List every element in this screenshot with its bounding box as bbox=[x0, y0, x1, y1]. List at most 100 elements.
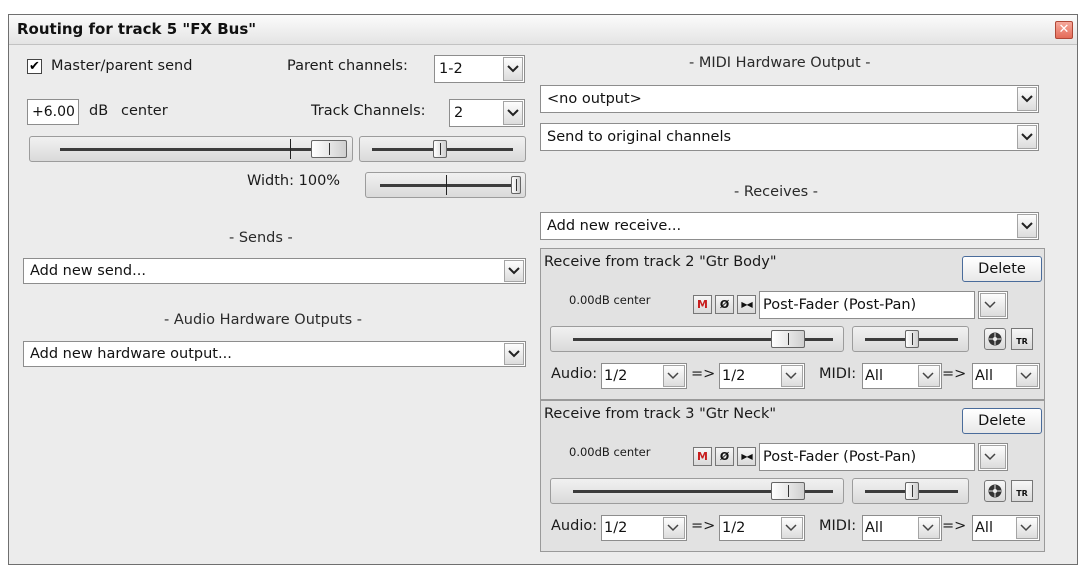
mute-button[interactable]: M bbox=[693, 295, 712, 314]
pan-label: center bbox=[121, 103, 168, 119]
mono-button[interactable]: ▶◀ bbox=[737, 447, 756, 466]
pan-slider[interactable] bbox=[359, 136, 526, 162]
receive-mode-dropdown[interactable] bbox=[978, 443, 1008, 471]
receive-mode-select[interactable]: Post-Fader (Post-Pan) bbox=[759, 443, 975, 471]
parent-channels-value: 1-2 bbox=[439, 61, 463, 77]
pan-slider-knob[interactable] bbox=[433, 140, 447, 158]
receive-volume-knob[interactable] bbox=[771, 330, 805, 348]
close-icon[interactable]: ✕ bbox=[1055, 21, 1073, 39]
midi-src-value: All bbox=[865, 368, 883, 384]
midi-channels-text: Send to original channels bbox=[547, 129, 732, 145]
chevron-down-icon bbox=[1017, 214, 1037, 238]
receive-mode-select[interactable]: Post-Fader (Post-Pan) bbox=[759, 291, 975, 319]
receive-volume-slider[interactable] bbox=[550, 326, 844, 352]
receive-level-label: 0.00dB center bbox=[569, 293, 651, 307]
receive-pan-slider[interactable] bbox=[852, 478, 969, 504]
chevron-down-icon bbox=[781, 365, 803, 387]
track-channels-label: Track Channels: bbox=[311, 103, 426, 119]
chevron-down-icon bbox=[918, 517, 940, 539]
parent-channels-select[interactable]: 1-2 bbox=[434, 55, 525, 83]
mute-button[interactable]: M bbox=[693, 447, 712, 466]
midi-output-text: <no output> bbox=[547, 91, 642, 107]
mono-button[interactable]: ▶◀ bbox=[737, 295, 756, 314]
receive-pan-knob[interactable] bbox=[905, 330, 919, 348]
chevron-down-icon bbox=[504, 260, 524, 282]
volume-slider-knob[interactable] bbox=[311, 140, 347, 158]
receive-mode-text: Post-Fader (Post-Pan) bbox=[763, 297, 917, 313]
chevron-down-icon bbox=[663, 517, 685, 539]
midi-arrow: => bbox=[942, 366, 967, 382]
midi-dst-select[interactable]: All bbox=[972, 515, 1040, 541]
envelope-icon[interactable] bbox=[984, 480, 1006, 502]
midi-dst-value: All bbox=[975, 520, 993, 536]
receive-title: Receive from track 2 "Gtr Body" bbox=[544, 254, 777, 270]
delete-button[interactable]: Delete bbox=[962, 408, 1042, 434]
receive-pan-knob[interactable] bbox=[905, 482, 919, 500]
receive-mode-dropdown[interactable] bbox=[978, 291, 1008, 319]
midi-output-select[interactable]: <no output> bbox=[540, 85, 1039, 113]
chevron-down-icon bbox=[1016, 517, 1038, 539]
midi-src-value: All bbox=[865, 520, 883, 536]
add-hw-output-text: Add new hardware output... bbox=[30, 346, 232, 362]
track-routing-button[interactable]: TR bbox=[1011, 480, 1033, 502]
chevron-down-icon bbox=[504, 343, 524, 365]
audio-dst-select[interactable]: 1/2 bbox=[719, 515, 805, 541]
midi-channels-select[interactable]: Send to original channels bbox=[540, 123, 1039, 151]
add-receive-text: Add new receive... bbox=[547, 218, 682, 234]
audio-src-value: 1/2 bbox=[604, 368, 628, 384]
phase-invert-button[interactable]: Ø bbox=[715, 447, 734, 466]
phase-invert-button[interactable]: Ø bbox=[715, 295, 734, 314]
add-send-text: Add new send... bbox=[30, 263, 146, 279]
audio-src-value: 1/2 bbox=[604, 520, 628, 536]
midi-hw-output-header: - MIDI Hardware Output - bbox=[689, 55, 871, 71]
receive-volume-slider[interactable] bbox=[550, 478, 844, 504]
chevron-down-icon bbox=[781, 517, 803, 539]
master-send-label: Master/parent send bbox=[51, 58, 193, 74]
audio-src-select[interactable]: 1/2 bbox=[601, 363, 687, 389]
volume-slider[interactable] bbox=[29, 136, 353, 162]
receive-level-label: 0.00dB center bbox=[569, 445, 651, 459]
receive-volume-knob[interactable] bbox=[771, 482, 805, 500]
width-slider[interactable] bbox=[365, 172, 526, 198]
chevron-down-icon bbox=[1017, 87, 1037, 111]
track-channels-select[interactable]: 2 bbox=[449, 99, 525, 127]
audio-src-select[interactable]: 1/2 bbox=[601, 515, 687, 541]
audio-label: Audio: bbox=[551, 518, 598, 534]
midi-dst-value: All bbox=[975, 368, 993, 384]
sends-header: - Sends - bbox=[229, 230, 293, 246]
chevron-down-icon bbox=[1016, 365, 1038, 387]
audio-arrow: => bbox=[691, 518, 716, 534]
receive-mode-text: Post-Fader (Post-Pan) bbox=[763, 449, 917, 465]
track-channels-value: 2 bbox=[454, 105, 464, 121]
receive-panel-gtr-neck: Receive from track 3 "Gtr Neck" Delete 0… bbox=[540, 400, 1045, 552]
midi-src-select[interactable]: All bbox=[862, 363, 942, 389]
add-send-select[interactable]: Add new send... bbox=[23, 258, 526, 284]
master-send-checkbox[interactable]: ✔ bbox=[27, 59, 42, 74]
width-slider-knob[interactable] bbox=[511, 176, 521, 194]
audio-dst-select[interactable]: 1/2 bbox=[719, 363, 805, 389]
volume-value-field[interactable]: +6.00 bbox=[27, 99, 79, 125]
midi-dst-select[interactable]: All bbox=[972, 363, 1040, 389]
receive-pan-slider[interactable] bbox=[852, 326, 969, 352]
parent-channels-label: Parent channels: bbox=[287, 58, 408, 74]
chevron-down-icon bbox=[663, 365, 685, 387]
chevron-down-icon bbox=[503, 101, 523, 125]
receive-panel-gtr-body: Receive from track 2 "Gtr Body" Delete 0… bbox=[540, 248, 1045, 400]
midi-arrow: => bbox=[942, 518, 967, 534]
add-receive-select[interactable]: Add new receive... bbox=[540, 212, 1039, 240]
audio-hw-outputs-header: - Audio Hardware Outputs - bbox=[164, 312, 363, 328]
audio-dst-value: 1/2 bbox=[722, 520, 746, 536]
delete-button[interactable]: Delete bbox=[962, 256, 1042, 282]
volume-unit-label: dB bbox=[89, 103, 109, 119]
chevron-down-icon bbox=[918, 365, 940, 387]
chevron-down-icon bbox=[503, 57, 523, 81]
title-bar[interactable]: Routing for track 5 "FX Bus" ✕ bbox=[9, 15, 1077, 45]
receives-header: - Receives - bbox=[734, 184, 819, 200]
chevron-down-icon bbox=[980, 293, 1006, 317]
track-routing-button[interactable]: TR bbox=[1011, 328, 1033, 350]
receive-title: Receive from track 3 "Gtr Neck" bbox=[544, 406, 777, 422]
envelope-icon[interactable] bbox=[984, 328, 1006, 350]
width-label: Width: 100% bbox=[247, 173, 341, 189]
add-hw-output-select[interactable]: Add new hardware output... bbox=[23, 341, 526, 367]
midi-src-select[interactable]: All bbox=[862, 515, 942, 541]
